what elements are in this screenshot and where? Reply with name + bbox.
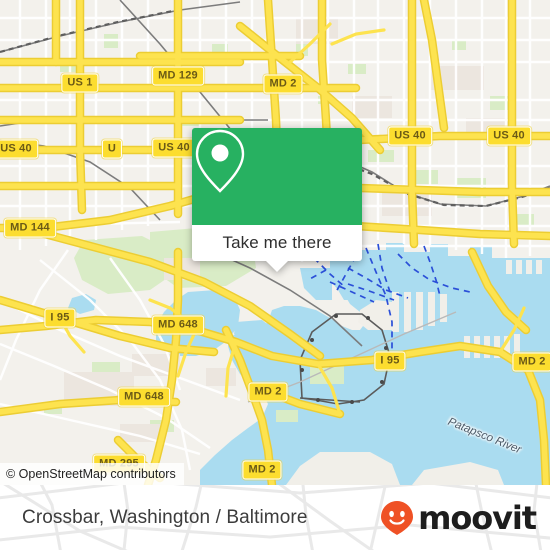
road-shield: US 40 <box>388 126 432 146</box>
road-shield: MD 648 <box>152 315 204 335</box>
road-shield: US 40 <box>487 126 531 146</box>
map-pin-icon <box>195 129 245 193</box>
callout-pin-panel <box>192 128 362 225</box>
moovit-smiley-pin-icon <box>381 500 414 535</box>
take-me-there-callout[interactable]: Take me there <box>192 128 362 272</box>
place-title: Crossbar, Washington / Baltimore <box>22 506 308 528</box>
road-shield: MD 144 <box>4 218 56 238</box>
footer-content: Crossbar, Washington / Baltimore moovit <box>0 485 550 550</box>
road-shield: MD 2 <box>263 74 303 94</box>
road-shield: MD 129 <box>152 66 204 86</box>
road-shield: MD 2 <box>512 352 550 372</box>
screenshot-root: US 1 MD 129 MD 2 US 40 US 40 U US 40 US 40 MD 14… <box>0 0 550 550</box>
footer-bar: Crossbar, Washington / Baltimore moovit <box>0 485 550 550</box>
road-shield: US 40 <box>0 139 38 159</box>
road-shield: US 1 <box>61 73 99 93</box>
osm-attribution[interactable]: © OpenStreetMap contributors <box>0 463 184 485</box>
road-shield: I 95 <box>44 308 76 328</box>
road-shield: I 95 <box>374 351 406 371</box>
map-canvas[interactable]: US 1 MD 129 MD 2 US 40 US 40 U US 40 US 40 MD 14… <box>0 0 550 485</box>
road-shield: MD 2 <box>242 460 282 480</box>
take-me-there-button[interactable]: Take me there <box>192 225 362 261</box>
road-shield: US 40 <box>152 138 196 158</box>
moovit-wordmark: moovit <box>418 498 537 537</box>
road-shield: MD 648 <box>118 387 170 407</box>
moovit-brand[interactable]: moovit <box>380 498 537 537</box>
road-shield: U <box>101 139 123 159</box>
callout-pointer <box>265 260 289 272</box>
road-shield: MD 2 <box>248 382 288 402</box>
